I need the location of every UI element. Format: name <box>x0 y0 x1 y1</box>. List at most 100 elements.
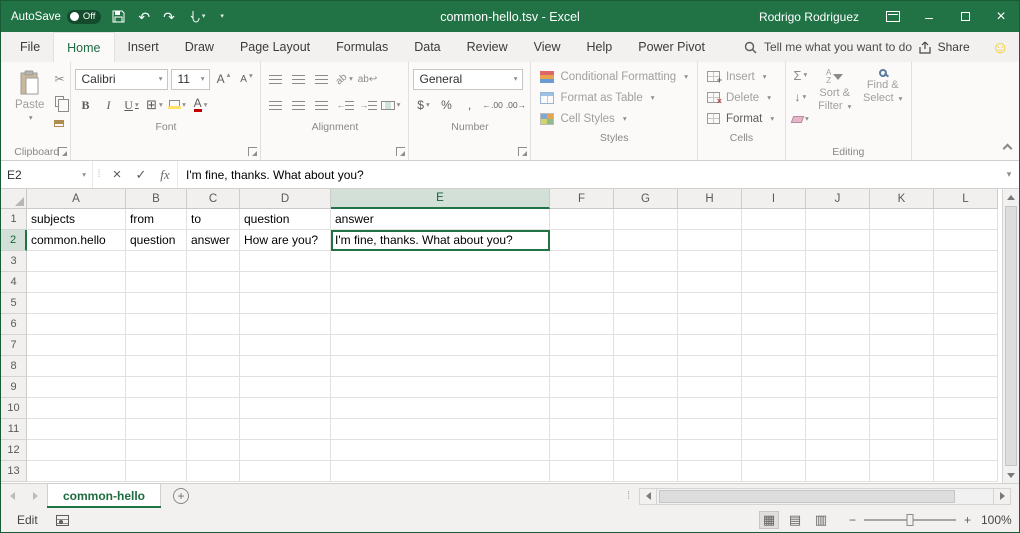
cell-D9[interactable] <box>240 377 331 398</box>
cell-B6[interactable] <box>126 314 187 335</box>
cell-L5[interactable] <box>934 293 998 314</box>
previous-sheet-button[interactable] <box>1 484 24 508</box>
cell-C13[interactable] <box>187 461 240 482</box>
cell-K11[interactable] <box>870 419 934 440</box>
cell-B4[interactable] <box>126 272 187 293</box>
cell-E9[interactable] <box>331 377 550 398</box>
cell-H2[interactable] <box>678 230 742 251</box>
tab-draw[interactable]: Draw <box>172 32 227 62</box>
tab-file[interactable]: File <box>7 32 53 62</box>
name-box-splitter[interactable]: ⁞ <box>93 161 105 188</box>
tell-me-box[interactable]: Tell me what you want to do <box>744 40 912 54</box>
tab-data[interactable]: Data <box>401 32 453 62</box>
cell-K1[interactable] <box>870 209 934 230</box>
format-as-table-button[interactable]: Format as Table▾ <box>535 87 692 108</box>
cell-L12[interactable] <box>934 440 998 461</box>
save-button[interactable] <box>112 10 125 23</box>
cell-L3[interactable] <box>934 251 998 272</box>
minimize-button[interactable]: – <box>911 1 947 32</box>
redo-button[interactable]: ↷ <box>163 10 175 24</box>
cell-A9[interactable] <box>27 377 126 398</box>
cell-C8[interactable] <box>187 356 240 377</box>
zoom-in-button[interactable]: + <box>964 513 971 527</box>
cell-L2[interactable] <box>934 230 998 251</box>
row-header-1[interactable]: 1 <box>1 209 27 230</box>
bold-button[interactable]: B <box>75 94 95 116</box>
cell-I11[interactable] <box>742 419 806 440</box>
macro-record-button[interactable] <box>56 515 69 526</box>
clear-button[interactable]: ▾ <box>792 110 809 128</box>
cell-J5[interactable] <box>806 293 870 314</box>
cell-A8[interactable] <box>27 356 126 377</box>
cell-C9[interactable] <box>187 377 240 398</box>
cell-A12[interactable] <box>27 440 126 461</box>
cell-D3[interactable] <box>240 251 331 272</box>
horizontal-scroll-track[interactable] <box>657 488 993 505</box>
horizontal-scroll-thumb[interactable] <box>659 490 955 503</box>
cell-A10[interactable] <box>27 398 126 419</box>
conditional-formatting-button[interactable]: Conditional Formatting▾ <box>535 66 692 87</box>
cell-F2[interactable] <box>550 230 614 251</box>
cell-C12[interactable] <box>187 440 240 461</box>
cell-L8[interactable] <box>934 356 998 377</box>
cell-J3[interactable] <box>806 251 870 272</box>
zoom-out-button[interactable]: − <box>849 513 856 527</box>
percent-format-button[interactable]: % <box>436 94 456 116</box>
clipboard-dialog-launcher[interactable] <box>58 147 67 156</box>
column-header-B[interactable]: B <box>126 189 187 209</box>
align-top-button[interactable] <box>265 68 285 90</box>
cell-G12[interactable] <box>614 440 678 461</box>
cell-F6[interactable] <box>550 314 614 335</box>
cell-G1[interactable] <box>614 209 678 230</box>
cell-H1[interactable] <box>678 209 742 230</box>
cell-H12[interactable] <box>678 440 742 461</box>
cell-D12[interactable] <box>240 440 331 461</box>
paste-button[interactable]: Paste ▾ <box>7 66 52 143</box>
cell-A2[interactable]: common.hello <box>27 230 126 251</box>
cell-J1[interactable] <box>806 209 870 230</box>
ribbon-display-options-button[interactable] <box>875 1 911 32</box>
cell-G11[interactable] <box>614 419 678 440</box>
next-sheet-button[interactable] <box>24 484 47 508</box>
cell-E5[interactable] <box>331 293 550 314</box>
font-size-select[interactable]: 11▾ <box>171 69 210 90</box>
zoom-level[interactable]: 100% <box>981 513 1019 527</box>
cell-I3[interactable] <box>742 251 806 272</box>
delete-cells-button[interactable]: ×Delete▾ <box>702 87 781 108</box>
comma-format-button[interactable]: , <box>459 94 479 116</box>
tab-power-pivot[interactable]: Power Pivot <box>625 32 718 62</box>
cell-J12[interactable] <box>806 440 870 461</box>
cell-K9[interactable] <box>870 377 934 398</box>
autosum-button[interactable]: Σ▾ <box>792 66 809 84</box>
cell-E11[interactable] <box>331 419 550 440</box>
cell-G3[interactable] <box>614 251 678 272</box>
align-right-button[interactable] <box>311 94 331 116</box>
cell-H3[interactable] <box>678 251 742 272</box>
zoom-slider[interactable] <box>864 519 956 521</box>
cell-F10[interactable] <box>550 398 614 419</box>
cell-K6[interactable] <box>870 314 934 335</box>
cell-B1[interactable]: from <box>126 209 187 230</box>
cell-J11[interactable] <box>806 419 870 440</box>
column-header-F[interactable]: F <box>550 189 614 209</box>
cell-G9[interactable] <box>614 377 678 398</box>
cell-E6[interactable] <box>331 314 550 335</box>
cell-H5[interactable] <box>678 293 742 314</box>
cell-L10[interactable] <box>934 398 998 419</box>
alignment-dialog-launcher[interactable] <box>396 147 405 156</box>
cell-F8[interactable] <box>550 356 614 377</box>
touch-mode-button[interactable]: ▾ <box>188 10 206 23</box>
cell-K8[interactable] <box>870 356 934 377</box>
cell-K2[interactable] <box>870 230 934 251</box>
cell-A7[interactable] <box>27 335 126 356</box>
cell-G5[interactable] <box>614 293 678 314</box>
cell-L6[interactable] <box>934 314 998 335</box>
select-all-button[interactable] <box>1 189 27 209</box>
number-dialog-launcher[interactable] <box>518 147 527 156</box>
decrease-decimal-button[interactable]: .00→ <box>506 94 526 116</box>
cell-H7[interactable] <box>678 335 742 356</box>
cell-I13[interactable] <box>742 461 806 482</box>
tab-page-layout[interactable]: Page Layout <box>227 32 323 62</box>
account-name[interactable]: Rodrigo Rodriguez <box>759 10 859 24</box>
row-header-2[interactable]: 2 <box>1 230 27 251</box>
